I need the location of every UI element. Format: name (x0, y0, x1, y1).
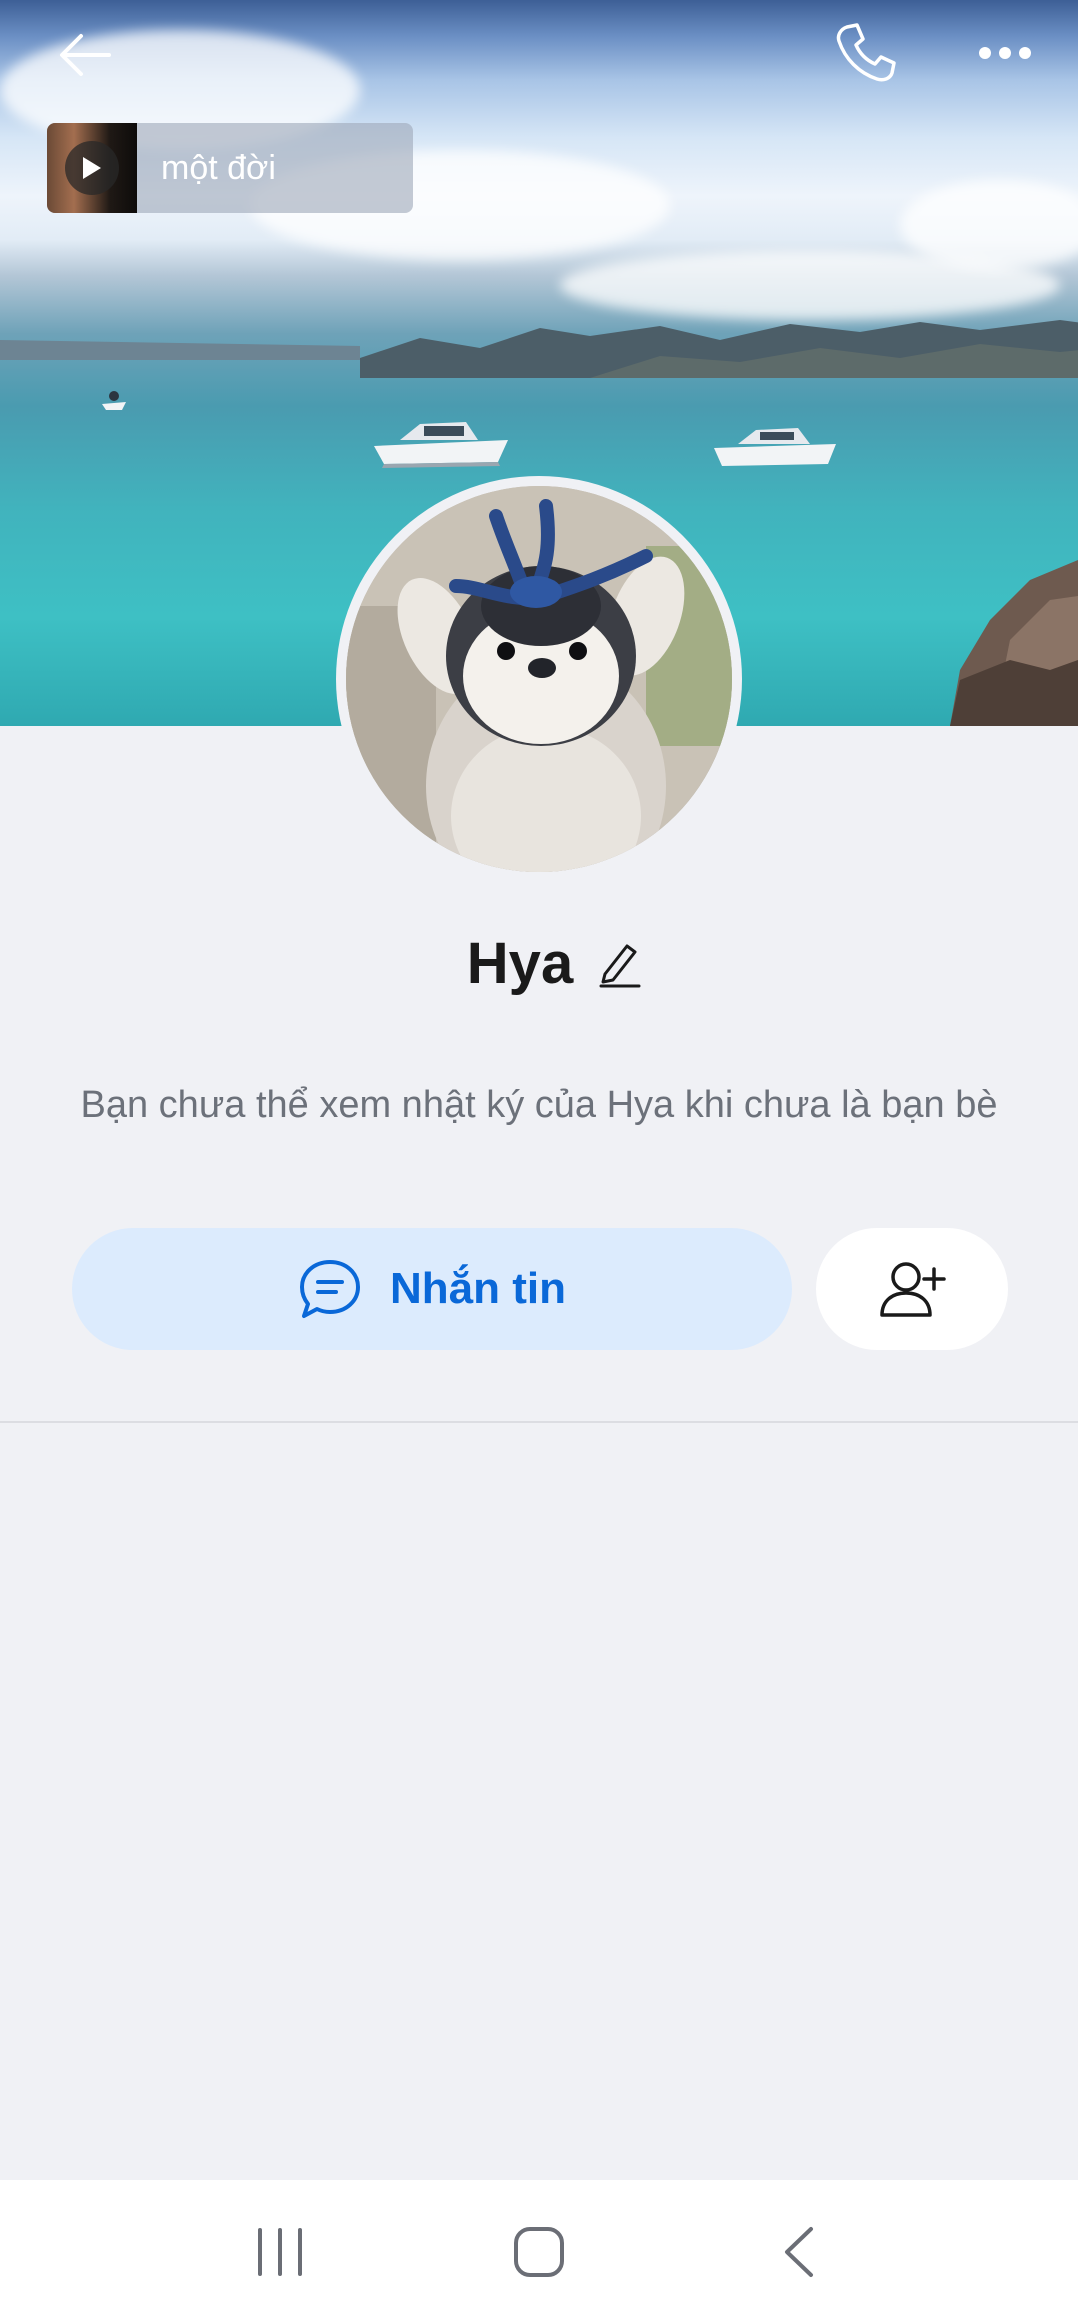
add-user-icon (880, 1262, 946, 1317)
avatar[interactable] (336, 476, 742, 882)
penguin-plush-image (346, 486, 732, 872)
add-friend-button[interactable] (816, 1228, 1008, 1350)
back-chevron-icon (785, 2227, 814, 2277)
jetski (102, 391, 126, 410)
more-button[interactable] (960, 8, 1050, 98)
back-button[interactable] (40, 10, 130, 100)
call-button[interactable] (820, 8, 910, 98)
home-button[interactable] (479, 2202, 599, 2302)
section-divider (0, 1421, 1078, 1423)
edit-name-button[interactable] (599, 940, 641, 988)
arrow-left-icon (60, 34, 111, 76)
system-back-button[interactable] (738, 2202, 858, 2302)
recents-icon (257, 2228, 302, 2276)
avatar-photo (346, 486, 732, 872)
phone-icon (836, 23, 896, 82)
recents-button[interactable] (220, 2202, 340, 2302)
play-icon (83, 157, 101, 179)
boat (714, 428, 836, 466)
profile-music-chip[interactable]: một đời (47, 123, 413, 213)
diary-privacy-notice: Bạn chưa thể xem nhật ký của Hya khi chư… (80, 1084, 998, 1126)
play-button[interactable] (65, 141, 119, 195)
message-button-label: Nhắn tin (390, 1264, 566, 1313)
pencil-icon (599, 944, 641, 987)
music-thumbnail (47, 123, 137, 213)
system-navigation-bar (0, 2180, 1078, 2324)
message-button[interactable]: Nhắn tin (72, 1228, 792, 1350)
music-title: một đời (161, 148, 276, 187)
coastal-rocks (950, 560, 1078, 726)
profile-name-row: Hya (0, 930, 1078, 997)
chat-bubble-icon (300, 1260, 360, 1318)
more-dots-icon (979, 47, 1031, 59)
home-icon (513, 2227, 564, 2277)
distant-shore (0, 340, 360, 360)
profile-name: Hya (466, 931, 574, 996)
boat (374, 422, 508, 468)
distant-islands (360, 320, 1078, 378)
